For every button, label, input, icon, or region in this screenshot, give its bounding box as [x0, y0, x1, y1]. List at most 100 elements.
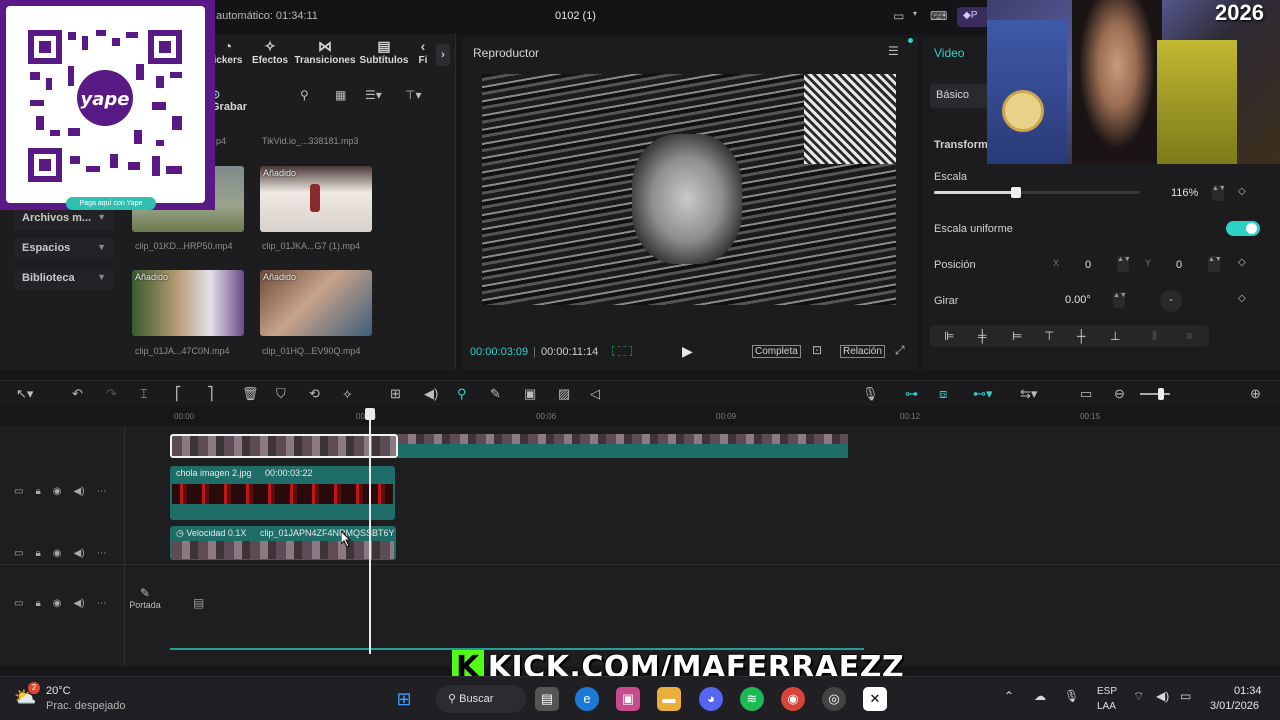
more-icon[interactable]: ⋯ [97, 548, 107, 559]
delete-icon[interactable]: 🗑 [242, 386, 259, 402]
rotate-value[interactable]: 0.00° [1065, 294, 1091, 306]
chrome-icon[interactable]: ◉ [781, 687, 805, 711]
tab-video[interactable]: Video [934, 46, 964, 60]
align-top-icon[interactable]: ⊤ [1044, 329, 1054, 343]
preview-axis-icon[interactable]: ⇆▾ [1020, 386, 1037, 402]
discord-icon[interactable]: ◕ [699, 687, 723, 711]
caption-icon[interactable]: ▣ [524, 386, 536, 402]
position-y-stepper[interactable]: ▲▼ [1208, 256, 1222, 272]
position-x-stepper[interactable]: ▲▼ [1117, 256, 1131, 272]
selected-clip[interactable] [170, 434, 398, 458]
capcut-icon[interactable]: ✕ [863, 687, 887, 711]
image-clip[interactable]: chola imagen 2.jpg 00:00:03:22 [170, 466, 395, 520]
media-thumbnail[interactable]: Añadido [132, 270, 244, 336]
uniform-scale-toggle[interactable] [1226, 221, 1260, 236]
lock-icon[interactable]: 🔒︎ [35, 598, 40, 609]
view-grid-icon[interactable]: ▦ [335, 88, 346, 102]
select-tool-icon[interactable]: ↖▾ [16, 386, 33, 402]
play-icon[interactable]: ▶ [682, 343, 693, 360]
microphone-icon[interactable]: 🎙 [862, 386, 879, 402]
cover-button[interactable]: ✎ Portada [126, 586, 164, 622]
audio-icon[interactable]: ◀) [424, 386, 438, 402]
audio-icon[interactable]: ◀) [74, 548, 85, 559]
scale-stepper[interactable]: ▲▼ [1212, 185, 1226, 201]
record-button[interactable]: ⊙ Grabar [211, 88, 247, 113]
tray-chevron-up-icon[interactable]: ⌃ [1004, 689, 1014, 703]
loop-icon[interactable]: ⟲ [309, 386, 320, 402]
microphone-icon[interactable]: 🎙 [1064, 689, 1079, 703]
lock-icon[interactable]: 🔒︎ [35, 548, 40, 559]
layout-icon[interactable]: ▭ [893, 9, 904, 23]
undo-icon[interactable]: ↶ [72, 386, 83, 402]
collapse-icon[interactable]: ◁ [590, 386, 600, 402]
position-y-value[interactable]: 0 [1176, 259, 1182, 271]
sort-icon[interactable]: ☰▾ [365, 88, 382, 102]
linkage-icon[interactable]: ⊷▾ [973, 386, 993, 402]
fullscreen-icon[interactable]: ⤢ [895, 343, 905, 358]
video-clip-body[interactable] [398, 444, 848, 458]
marker-icon[interactable]: ⛉ [276, 386, 286, 402]
zoom-slider-handle[interactable] [1158, 388, 1164, 400]
freeze-icon[interactable]: ⊞ [390, 386, 401, 402]
media-thumbnail[interactable]: Añadido [260, 270, 372, 336]
tab-filters[interactable]: ‹ Fi [416, 38, 430, 66]
keyframe-icon[interactable]: ◇ [1238, 257, 1246, 268]
video-clip-strip[interactable] [398, 434, 848, 444]
obs-icon[interactable]: ◎ [822, 687, 846, 711]
media-thumbnail[interactable]: Añadido [260, 166, 372, 232]
image-icon[interactable]: ▨ [558, 386, 570, 402]
language-bottom[interactable]: LAA [1097, 701, 1116, 712]
rotate-dial[interactable]: - [1160, 290, 1182, 312]
windows-start-icon[interactable]: ⊞ [392, 687, 416, 711]
speed-clip[interactable]: ◷ Velocidad 0.1X clip_01JAPN4ZF4NRMQSSBT… [170, 526, 396, 560]
edge-icon[interactable]: e [575, 687, 599, 711]
link-icon[interactable]: ⊶ [905, 386, 918, 402]
zoom-in-icon[interactable]: ⊕ [1250, 386, 1261, 402]
filter-icon[interactable]: ⊤▾ [405, 88, 421, 102]
playhead[interactable] [365, 408, 375, 654]
wifi-icon[interactable]: ⌔ [1133, 689, 1144, 704]
distribute-v-icon[interactable]: ≡ [1186, 329, 1193, 343]
rotate-stepper[interactable]: ▲▼ [1113, 292, 1127, 308]
tabs-scroll-right[interactable]: › [436, 44, 450, 66]
playhead-handle[interactable] [365, 408, 375, 420]
speed-icon[interactable]: ⟡ [343, 386, 352, 402]
align-right-icon[interactable]: ⊨ [1012, 329, 1022, 343]
trim-right-icon[interactable]: ⎤ [207, 386, 214, 402]
scale-slider-handle[interactable] [1011, 187, 1022, 198]
tab-transitions[interactable]: ⋈ Transiciones [294, 38, 356, 66]
tab-subtitles[interactable]: ▤ Subtítulos [358, 38, 410, 66]
distribute-h-icon[interactable]: ⫴ [1152, 329, 1157, 344]
file-explorer-icon[interactable]: ▬ [657, 687, 681, 711]
menu-icon[interactable]: ☰ [888, 44, 899, 58]
shortcuts-icon[interactable]: ⌨ [930, 9, 947, 23]
align-bottom-icon[interactable]: ⊥ [1110, 329, 1120, 343]
sidebar-item-library[interactable]: Biblioteca ▼ [14, 268, 114, 290]
video-preview[interactable] [482, 74, 896, 305]
redo-icon[interactable]: ↷ [106, 386, 117, 402]
eye-icon[interactable]: ◉ [53, 598, 62, 609]
aspect-ratio-button[interactable]: Relación [840, 345, 885, 358]
smart-cut-icon[interactable]: ⚲ [457, 386, 467, 402]
keyframe-icon[interactable]: ◇ [1238, 186, 1246, 197]
align-center-h-icon[interactable]: ╪ [978, 329, 987, 343]
audio-icon[interactable]: ◀) [74, 598, 85, 609]
scale-slider[interactable] [934, 187, 1140, 198]
snap-icon[interactable]: ⧈ [939, 386, 947, 402]
language-top[interactable]: ESP [1097, 686, 1117, 697]
more-icon[interactable]: ⋯ [97, 486, 107, 497]
zoom-fit-icon[interactable]: ⊡ [812, 343, 822, 357]
keyframe-icon[interactable]: ◇ [1238, 293, 1246, 304]
chevron-down-icon[interactable]: ▾ [913, 9, 917, 18]
onedrive-icon[interactable]: ☁ [1034, 689, 1046, 703]
magic-icon[interactable]: ✎ [490, 386, 501, 402]
weather-widget[interactable]: ⛅ 2 [14, 682, 42, 711]
align-left-icon[interactable]: ⊫ [944, 329, 954, 343]
caption-track-icon[interactable]: ▭ [1080, 386, 1092, 402]
trim-left-icon[interactable]: ⎡ [175, 386, 182, 402]
store-icon[interactable]: ▣ [616, 687, 640, 711]
zoom-slider[interactable] [1140, 388, 1170, 400]
volume-icon[interactable]: ◀) [1156, 689, 1169, 703]
lock-icon[interactable]: 🔒︎ [35, 486, 40, 497]
sidebar-item-files[interactable]: Archivos m... ▼ [14, 208, 114, 230]
